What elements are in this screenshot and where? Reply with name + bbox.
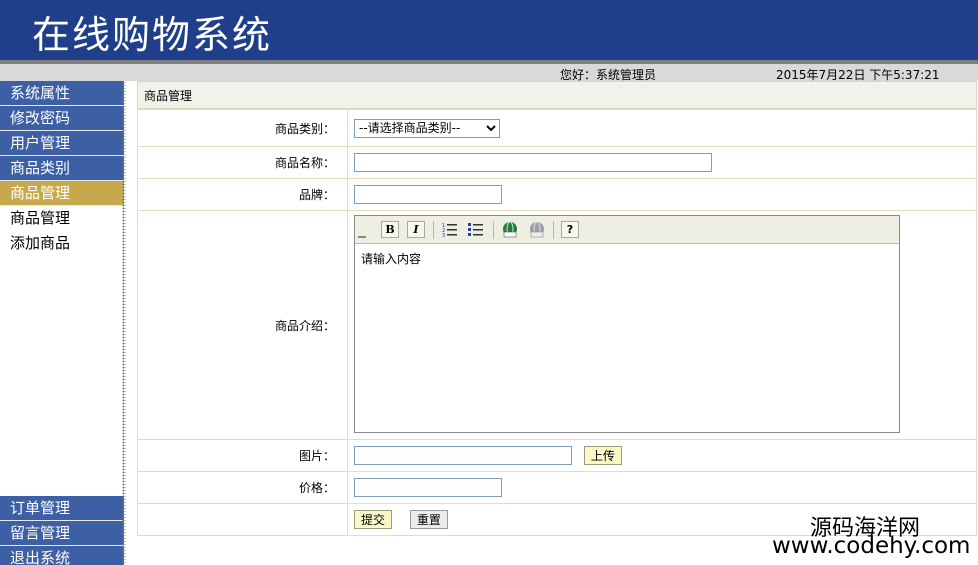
sidebar-subitem-add-product[interactable]: 添加商品 <box>0 231 124 256</box>
form-row-image: 图片： 上传 <box>137 439 977 472</box>
product-name-label: 商品名称： <box>137 146 348 179</box>
submit-button[interactable]: 提交 <box>354 510 393 529</box>
sidebar-item-logout[interactable]: 退出系统 <box>0 546 124 565</box>
form-row-name: 商品名称： <box>137 146 977 179</box>
sidebar-item-message-management[interactable]: 留言管理 <box>0 521 124 546</box>
svg-text:3: 3 <box>442 233 445 237</box>
form-row-intro: 商品介绍： B I 123 ? 请输入内容 <box>137 210 977 440</box>
toolbar-separator <box>553 221 554 239</box>
brand-input[interactable] <box>354 185 502 204</box>
sidebar-item-order-management[interactable]: 订单管理 <box>0 496 124 521</box>
unordered-list-icon[interactable] <box>467 221 485 238</box>
sidebar-item-change-password[interactable]: 修改密码 <box>0 106 124 131</box>
sidebar-splitter[interactable] <box>122 81 126 565</box>
form-row-price: 价格： <box>137 471 977 504</box>
help-icon[interactable]: ? <box>561 221 579 238</box>
toolbar-grip-icon <box>358 236 366 238</box>
upload-button[interactable]: 上传 <box>583 445 622 465</box>
reset-button[interactable]: 重置 <box>409 510 448 529</box>
main-panel: 商品管理 商品类别： --请选择商品类别-- 商品名称： 品牌： 商品介绍： B… <box>137 81 977 536</box>
price-label: 价格： <box>137 471 348 504</box>
italic-icon[interactable]: I <box>407 221 425 238</box>
product-intro-label: 商品介绍： <box>137 210 348 440</box>
info-bar: 您好：系统管理员 2015年7月22日 下午5:37:21 <box>0 64 978 82</box>
toolbar-separator <box>433 221 434 239</box>
rich-text-editor: B I 123 ? 请输入内容 <box>354 215 900 433</box>
form-row-category: 商品类别： --请选择商品类别-- <box>137 109 977 147</box>
sidebar-subitem-product-management[interactable]: 商品管理 <box>0 206 124 231</box>
sidebar-menu-bottom: 订单管理 留言管理 退出系统 <box>0 496 124 565</box>
image-label: 图片： <box>137 439 348 472</box>
category-select[interactable]: --请选择商品类别-- <box>354 118 500 138</box>
watermark-site-url: www.codehy.com <box>772 533 971 559</box>
sidebar-item-product-category[interactable]: 商品类别 <box>0 156 124 181</box>
link-icon[interactable] <box>501 221 519 238</box>
ordered-list-icon[interactable]: 123 <box>441 221 459 239</box>
sidebar-item-system-properties[interactable]: 系统属性 <box>0 81 124 106</box>
brand-label: 品牌： <box>137 178 348 211</box>
unlink-icon[interactable] <box>528 221 546 238</box>
sidebar-menu-top: 系统属性 修改密码 用户管理 商品类别 商品管理 商品管理 添加商品 <box>0 81 124 256</box>
toolbar-separator <box>493 221 494 239</box>
product-name-input[interactable] <box>354 153 712 172</box>
editor-toolbar: B I 123 ? <box>355 216 899 244</box>
panel-title: 商品管理 <box>137 81 977 109</box>
bold-icon[interactable]: B <box>381 221 399 238</box>
product-form: 商品类别： --请选择商品类别-- 商品名称： 品牌： 商品介绍： B I 1 … <box>137 109 977 536</box>
app-header: 在线购物系统 <box>0 0 978 60</box>
price-input[interactable] <box>354 478 502 497</box>
editor-content-area[interactable]: 请输入内容 <box>355 244 899 432</box>
sidebar-item-user-management[interactable]: 用户管理 <box>0 131 124 156</box>
app-title: 在线购物系统 <box>32 13 273 57</box>
sidebar: 系统属性 修改密码 用户管理 商品类别 商品管理 商品管理 添加商品 订单管理 … <box>0 81 124 565</box>
image-path-input[interactable] <box>354 446 572 466</box>
sidebar-item-product-management[interactable]: 商品管理 <box>0 181 124 206</box>
category-label: 商品类别： <box>137 109 348 147</box>
form-row-brand: 品牌： <box>137 178 977 211</box>
